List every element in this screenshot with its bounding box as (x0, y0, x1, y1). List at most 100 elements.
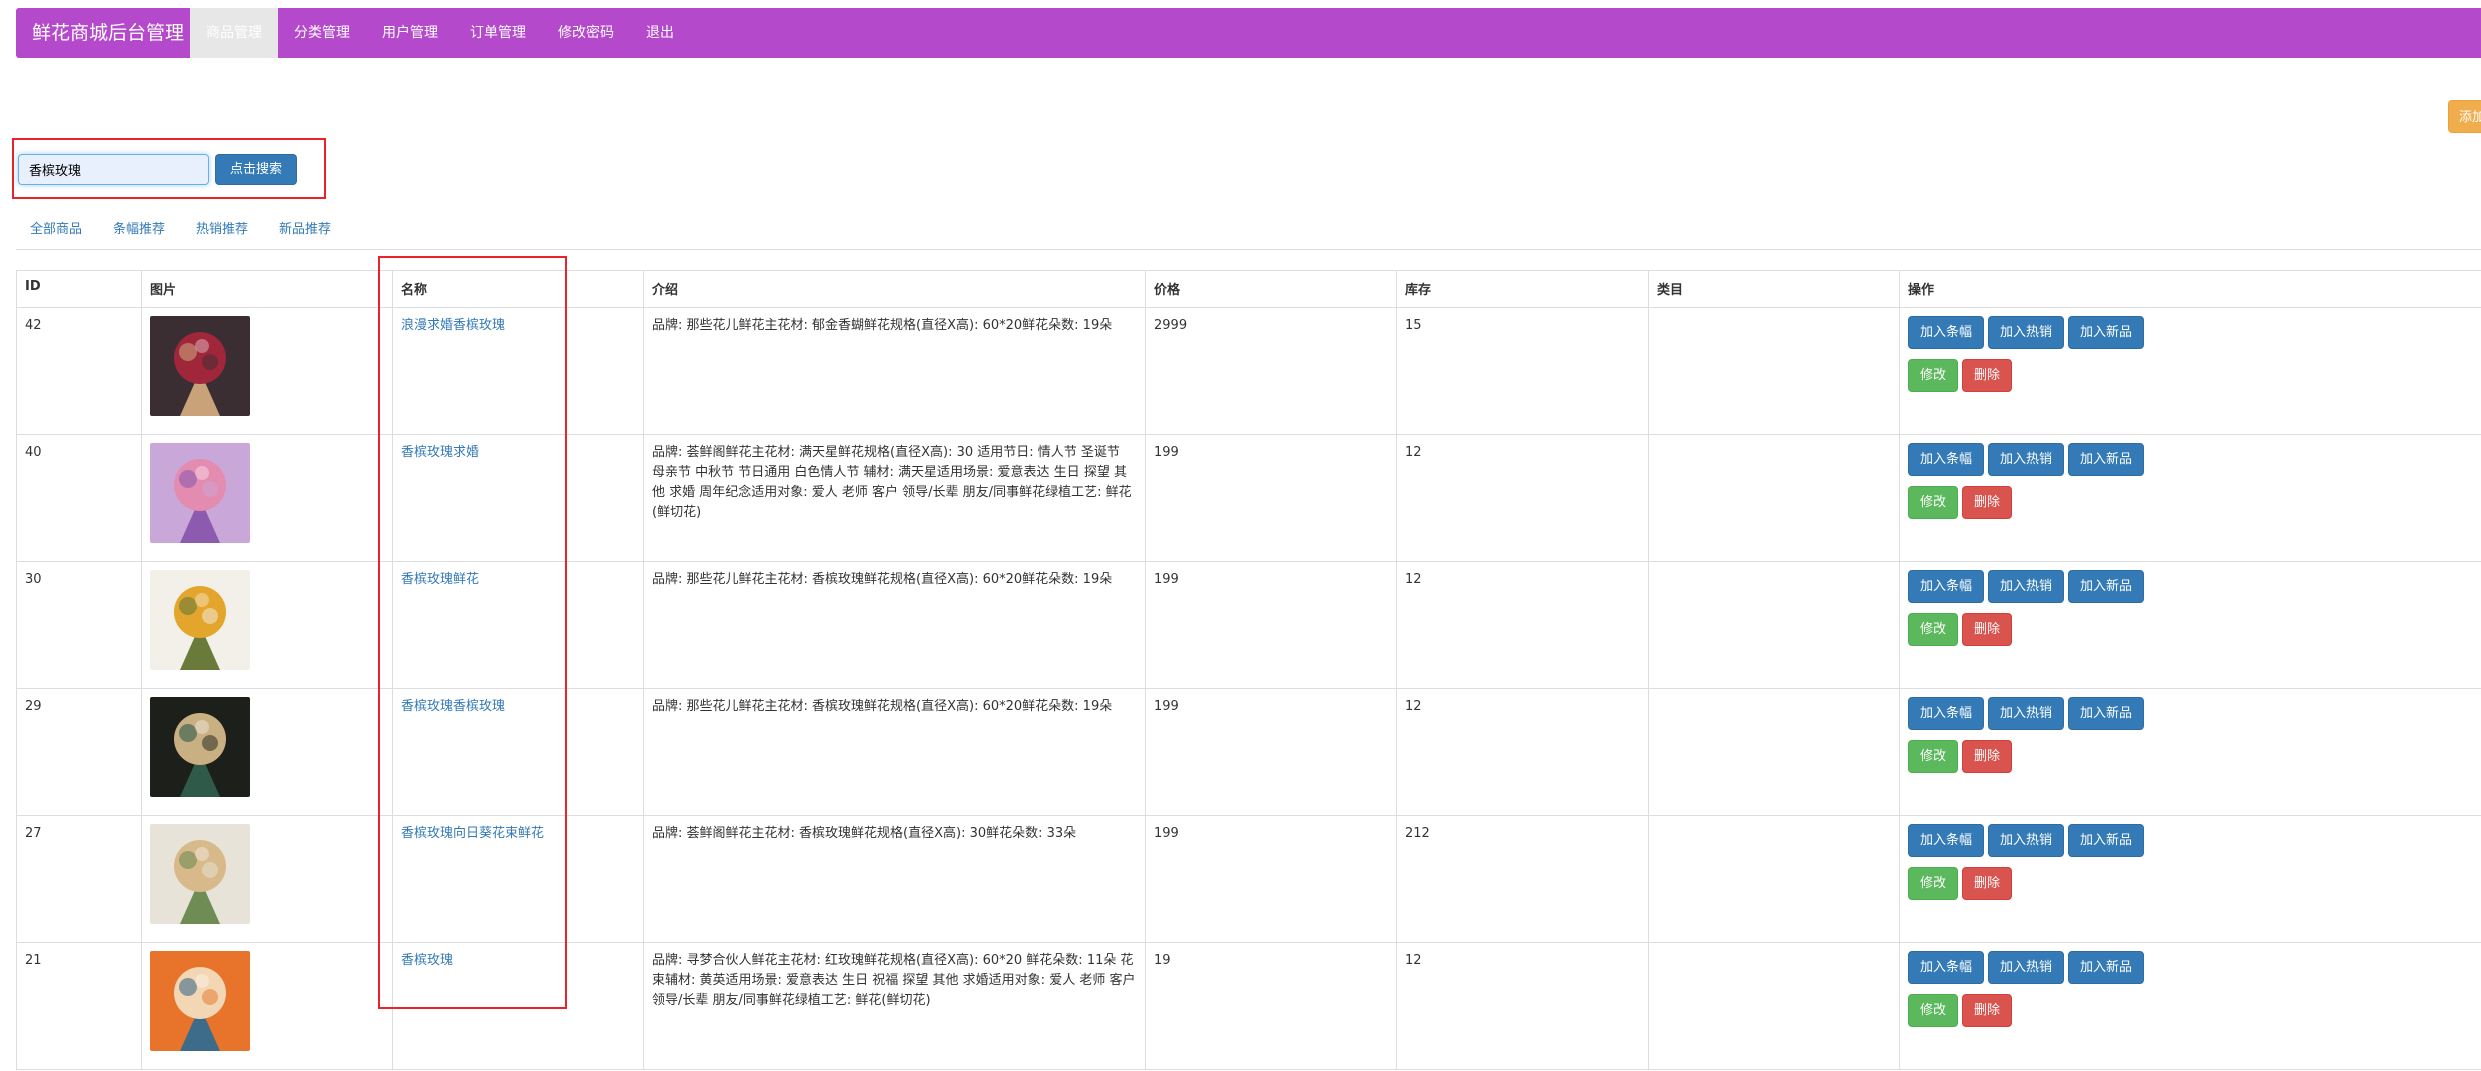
edit-button[interactable]: 修改 (1908, 867, 1959, 900)
add-banner-button[interactable]: 加入条幅 (1908, 824, 1985, 857)
product-name-link[interactable]: 香槟玫瑰 (401, 953, 453, 968)
cell-category (1648, 561, 1900, 689)
cell-category (1648, 815, 1900, 943)
table-row: 40 香槟玫瑰求婚 品牌: 荟鲜阁鲜花主花材: 满天星鲜花规格(直径X高): 30 … (16, 434, 2481, 562)
product-image (150, 824, 250, 924)
add-new-button[interactable]: 加入新品 (2068, 951, 2145, 984)
product-name-link[interactable]: 香槟玫瑰向日葵花束鲜花 (401, 826, 544, 841)
delete-button[interactable]: 删除 (1962, 359, 2013, 392)
cell-description: 品牌: 荟鲜阁鲜花主花材: 香槟玫瑰鲜花规格(直径X高): 30鲜花朵数: 33… (643, 815, 1146, 943)
add-new-button[interactable]: 加入新品 (2068, 697, 2145, 730)
search-input[interactable] (18, 154, 209, 185)
filter-hot[interactable]: 热销推荐 (196, 218, 248, 237)
nav-item-categories[interactable]: 分类管理 (278, 8, 366, 58)
cell-actions: 加入条幅 加入热销 加入新品修改 删除 (1899, 942, 2481, 1070)
product-name-link[interactable]: 香槟玫瑰鲜花 (401, 572, 479, 587)
table-row: 42 浪漫求婚香槟玫瑰 品牌: 那些花儿鲜花主花材: 郁金香蝴鲜花规格(直径X高):… (16, 307, 2481, 435)
cell-actions: 加入条幅 加入热销 加入新品修改 删除 (1899, 815, 2481, 943)
edit-button[interactable]: 修改 (1908, 740, 1959, 773)
delete-button[interactable]: 删除 (1962, 740, 2013, 773)
cell-category (1648, 942, 1900, 1070)
cell-actions: 加入条幅 加入热销 加入新品修改 删除 (1899, 561, 2481, 689)
cell-description: 品牌: 荟鲜阁鲜花主花材: 满天星鲜花规格(直径X高): 30 适用节日: 情人… (643, 434, 1146, 562)
add-new-button[interactable]: 加入新品 (2068, 316, 2145, 349)
cell-stock: 12 (1396, 688, 1649, 816)
add-banner-button[interactable]: 加入条幅 (1908, 570, 1985, 603)
add-hot-button[interactable]: 加入热销 (1988, 697, 2065, 730)
add-hot-button[interactable]: 加入热销 (1988, 824, 2065, 857)
add-hot-button[interactable]: 加入热销 (1988, 316, 2065, 349)
filter-banner[interactable]: 条幅推荐 (113, 218, 165, 237)
cell-id: 40 (16, 434, 142, 562)
cell-stock: 12 (1396, 942, 1649, 1070)
brand-title[interactable]: 鲜花商城后台管理 (32, 8, 184, 58)
add-product-button[interactable]: 添加 (2448, 100, 2481, 133)
add-banner-button[interactable]: 加入条幅 (1908, 316, 1985, 349)
table-row: 27 香槟玫瑰向日葵花束鲜花 品牌: 荟鲜阁鲜花主花材: 香槟玫瑰鲜花规格(直径X高… (16, 815, 2481, 943)
edit-button[interactable]: 修改 (1908, 486, 1959, 519)
add-banner-button[interactable]: 加入条幅 (1908, 951, 1985, 984)
cell-name: 香槟玫瑰求婚 (392, 434, 644, 562)
cell-stock: 12 (1396, 434, 1649, 562)
delete-button[interactable]: 删除 (1962, 613, 2013, 646)
add-new-button[interactable]: 加入新品 (2068, 570, 2145, 603)
product-image (150, 316, 250, 416)
search-button[interactable]: 点击搜索 (215, 154, 297, 185)
cell-price: 199 (1145, 561, 1397, 689)
product-name-link[interactable]: 浪漫求婚香槟玫瑰 (401, 318, 505, 333)
add-banner-button[interactable]: 加入条幅 (1908, 697, 1985, 730)
add-hot-button[interactable]: 加入热销 (1988, 951, 2065, 984)
cell-price: 2999 (1145, 307, 1397, 435)
nav-item-users[interactable]: 用户管理 (366, 8, 454, 58)
cell-stock: 15 (1396, 307, 1649, 435)
product-image (150, 951, 250, 1051)
cell-category (1648, 434, 1900, 562)
cell-image (141, 815, 393, 943)
divider (16, 249, 2481, 250)
cell-category (1648, 688, 1900, 816)
cell-price: 19 (1145, 942, 1397, 1070)
nav-list: 商品管理 分类管理 用户管理 订单管理 修改密码 退出 (190, 8, 690, 58)
delete-button[interactable]: 删除 (1962, 867, 2013, 900)
filter-all[interactable]: 全部商品 (30, 218, 82, 237)
header-price: 价格 (1145, 270, 1397, 308)
cell-name: 香槟玫瑰鲜花 (392, 561, 644, 689)
nav-item-orders[interactable]: 订单管理 (454, 8, 542, 58)
header-actions: 操作 (1899, 270, 2481, 308)
product-table: ID 图片 名称 介绍 价格 库存 类目 操作 42 浪漫求婚香槟玫瑰 品牌: 那些… (16, 270, 2481, 1070)
edit-button[interactable]: 修改 (1908, 613, 1959, 646)
cell-description: 品牌: 那些花儿鲜花主花材: 香槟玫瑰鲜花规格(直径X高): 60*20鲜花朵数… (643, 688, 1146, 816)
product-image (150, 570, 250, 670)
header-name: 名称 (392, 270, 644, 308)
nav-item-logout[interactable]: 退出 (630, 8, 690, 58)
cell-image (141, 561, 393, 689)
product-image (150, 443, 250, 543)
product-name-link[interactable]: 香槟玫瑰香槟玫瑰 (401, 699, 505, 714)
cell-price: 199 (1145, 434, 1397, 562)
table-row: 21 香槟玫瑰 品牌: 寻梦合伙人鲜花主花材: 红玫瑰鲜花规格(直径X高): 60*… (16, 942, 2481, 1070)
header-stock: 库存 (1396, 270, 1649, 308)
add-new-button[interactable]: 加入新品 (2068, 824, 2145, 857)
nav-item-change-password[interactable]: 修改密码 (542, 8, 630, 58)
cell-actions: 加入条幅 加入热销 加入新品修改 删除 (1899, 307, 2481, 435)
cell-image (141, 942, 393, 1070)
cell-stock: 212 (1396, 815, 1649, 943)
cell-actions: 加入条幅 加入热销 加入新品修改 删除 (1899, 688, 2481, 816)
delete-button[interactable]: 删除 (1962, 486, 2013, 519)
nav-item-products[interactable]: 商品管理 (190, 8, 278, 58)
add-hot-button[interactable]: 加入热销 (1988, 570, 2065, 603)
add-new-button[interactable]: 加入新品 (2068, 443, 2145, 476)
cell-description: 品牌: 那些花儿鲜花主花材: 香槟玫瑰鲜花规格(直径X高): 60*20鲜花朵数… (643, 561, 1146, 689)
filter-links: 全部商品 条幅推荐 热销推荐 新品推荐 (30, 218, 362, 237)
filter-new[interactable]: 新品推荐 (279, 218, 331, 237)
cell-stock: 12 (1396, 561, 1649, 689)
product-name-link[interactable]: 香槟玫瑰求婚 (401, 445, 479, 460)
table-row: 30 香槟玫瑰鲜花 品牌: 那些花儿鲜花主花材: 香槟玫瑰鲜花规格(直径X高): 6… (16, 561, 2481, 689)
header-category: 类目 (1648, 270, 1900, 308)
table-row: 29 香槟玫瑰香槟玫瑰 品牌: 那些花儿鲜花主花材: 香槟玫瑰鲜花规格(直径X高):… (16, 688, 2481, 816)
edit-button[interactable]: 修改 (1908, 359, 1959, 392)
edit-button[interactable]: 修改 (1908, 994, 1959, 1027)
add-banner-button[interactable]: 加入条幅 (1908, 443, 1985, 476)
delete-button[interactable]: 删除 (1962, 994, 2013, 1027)
add-hot-button[interactable]: 加入热销 (1988, 443, 2065, 476)
